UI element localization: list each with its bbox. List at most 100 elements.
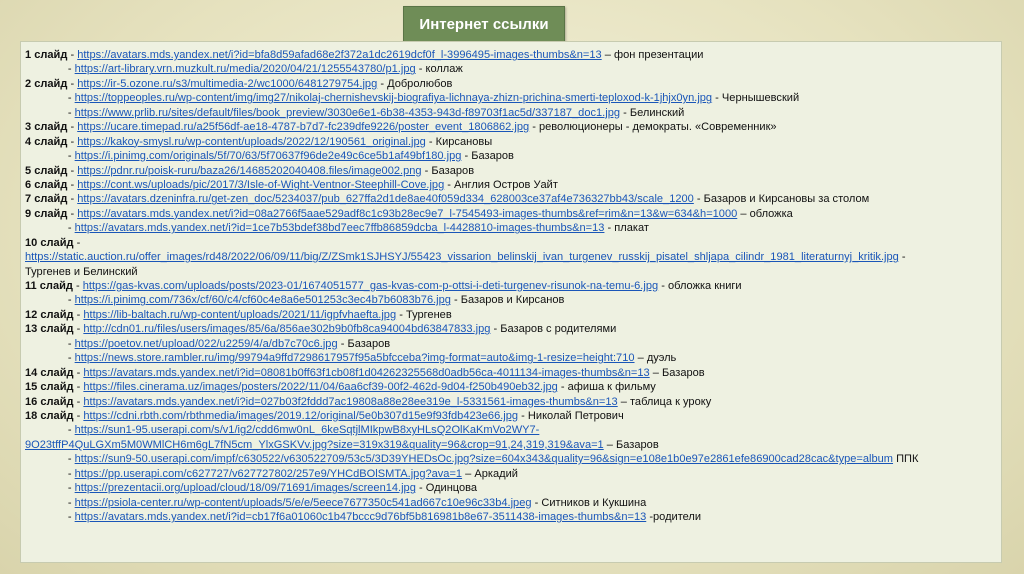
link-row: - https://www.prlib.ru/sites/default/fil… xyxy=(25,106,997,120)
separator: - xyxy=(67,453,75,466)
link-description: - Чернышевский xyxy=(715,92,800,105)
link-description: -родители xyxy=(649,511,702,523)
separator: - xyxy=(67,150,75,163)
image-link[interactable]: https://pdnr.ru/poisk-ruru/baza26/146852… xyxy=(77,165,421,177)
link-description: - афиша к фильму xyxy=(560,381,656,394)
slide-title-text: Интернет ссылки xyxy=(419,16,549,33)
link-description: - Базаров и Кирсанов xyxy=(454,294,565,307)
separator: - xyxy=(67,482,75,495)
image-link[interactable]: https://avatars.mds.yandex.net/i?id=cb17… xyxy=(75,511,647,523)
link-description: ППК xyxy=(896,453,919,466)
separator: - xyxy=(73,236,81,249)
slide-title: Интернет ссылки xyxy=(403,6,565,43)
link-description: – дуэль xyxy=(637,352,677,365)
link-row: 2 слайд - https://ir-5.ozone.ru/s3/multi… xyxy=(25,77,997,91)
separator: - xyxy=(72,280,83,292)
separator: - xyxy=(73,409,84,422)
link-description: - Базаров xyxy=(424,164,475,177)
separator: - xyxy=(67,193,78,206)
image-link[interactable]: https://sun1-95.userapi.com/s/v1/ig2/cdd… xyxy=(75,424,540,436)
image-link[interactable]: https://cdni.rbth.com/rbthmedia/images/2… xyxy=(83,410,518,422)
separator: - xyxy=(67,49,78,61)
link-row: - https://avatars.mds.yandex.net/i?id=cb… xyxy=(25,510,997,524)
image-link[interactable]: https://files.cinerama.uz/images/posters… xyxy=(83,381,557,393)
link-row: - https://poetov.net/upload/022/u2259/4/… xyxy=(25,337,997,351)
link-description: – Аркадий xyxy=(465,467,518,480)
image-link[interactable]: http://cdn01.ru/files/users/images/85/6a… xyxy=(83,323,490,335)
image-link[interactable]: https://avatars.mds.yandex.net/i?id=bfa8… xyxy=(77,49,601,61)
image-link[interactable]: https://psiola-center.ru/wp-content/uplo… xyxy=(75,497,532,509)
image-link[interactable]: https://gas-kvas.com/uploads/posts/2023-… xyxy=(83,280,658,292)
image-link[interactable]: https://i.pinimg.com/736x/cf/60/c4/cf60c… xyxy=(75,294,451,306)
image-link[interactable]: https://avatars.mds.yandex.net/i?id=0808… xyxy=(83,367,649,379)
link-description: – таблица к уроку xyxy=(620,395,712,408)
separator: - xyxy=(67,467,75,480)
image-link[interactable]: https://pp.userapi.com/c627727/v62772780… xyxy=(75,468,462,480)
separator: - xyxy=(67,121,78,134)
link-description: Тургенев и Белинский xyxy=(25,265,138,278)
link-row: https://static.auction.ru/offer_images/r… xyxy=(25,250,997,264)
link-row: - https://toppeoples.ru/wp-content/img/i… xyxy=(25,91,997,105)
image-link[interactable]: https://sun9-50.userapi.com/impf/c630522… xyxy=(75,453,893,465)
link-row: 6 слайд - https://cont.ws/uploads/pic/20… xyxy=(25,178,997,192)
slide-label: 11 слайд xyxy=(25,280,73,292)
image-link[interactable]: https://toppeoples.ru/wp-content/img/img… xyxy=(75,92,712,104)
link-description: - Базаров xyxy=(464,150,514,163)
link-description: – Базаров xyxy=(606,438,659,451)
link-description: - Ситников и Кукшина xyxy=(534,496,647,509)
link-row: - https://sun1-95.userapi.com/s/v1/ig2/c… xyxy=(25,423,997,437)
image-link[interactable]: 9O23tffP4QuLGXm5M0WMlCH6m6gL7fN5cm_YlxGS… xyxy=(25,439,604,451)
image-link[interactable]: https://avatars.mds.yandex.net/i?id=08a2… xyxy=(77,208,737,220)
slide-label: 2 слайд xyxy=(25,77,68,90)
link-row: - https://i.pinimg.com/originals/5f/70/6… xyxy=(25,149,997,163)
image-link[interactable]: https://avatars.mds.yandex.net/i?id=027b… xyxy=(83,396,617,408)
image-link[interactable]: https://ucare.timepad.ru/a25f56df-ae18-4… xyxy=(77,121,529,133)
slide-label: 14 слайд xyxy=(25,366,74,379)
image-link[interactable]: https://ir-5.ozone.ru/s3/multimedia-2/wc… xyxy=(77,78,377,90)
link-row: 5 слайд - https://pdnr.ru/poisk-ruru/baz… xyxy=(25,164,997,178)
image-link[interactable]: https://prezentacii.org/upload/cloud/18/… xyxy=(75,482,416,494)
image-link[interactable]: https://art-library.vrn.muzkult.ru/media… xyxy=(75,63,416,75)
link-description: - Белинский xyxy=(623,106,685,119)
link-row: - https://prezentacii.org/upload/cloud/1… xyxy=(25,481,997,495)
slide-label: 6 слайд xyxy=(25,178,68,191)
image-link[interactable]: https://avatars.dzeninfra.ru/get-zen_doc… xyxy=(77,193,694,205)
image-link[interactable]: https://static.auction.ru/offer_images/r… xyxy=(25,251,899,263)
slide-label: 4 слайд xyxy=(25,135,68,148)
image-link[interactable]: https://news.store.rambler.ru/img/99794a… xyxy=(75,352,635,364)
slide-label: 18 слайд xyxy=(25,409,74,422)
image-link[interactable]: https://www.prlib.ru/sites/default/files… xyxy=(75,107,620,119)
image-link[interactable]: https://poetov.net/upload/022/u2259/4/a/… xyxy=(75,338,338,350)
link-row: 7 слайд - https://avatars.dzeninfra.ru/g… xyxy=(25,192,997,206)
link-row: - https://avatars.mds.yandex.net/i?id=1c… xyxy=(25,221,997,235)
image-link[interactable]: https://kakoy-smysl.ru/wp-content/upload… xyxy=(77,136,426,148)
slide-label: 1 слайд xyxy=(25,49,68,61)
separator: - xyxy=(73,395,84,408)
link-row: 14 слайд - https://avatars.mds.yandex.ne… xyxy=(25,366,997,380)
link-description: – обложка xyxy=(740,207,793,220)
link-row: 15 слайд - https://files.cinerama.uz/ima… xyxy=(25,380,997,394)
link-row: 3 слайд - https://ucare.timepad.ru/a25f5… xyxy=(25,120,997,134)
link-description: - Добролюбов xyxy=(380,77,453,90)
separator: - xyxy=(67,178,78,191)
links-list: 1 слайд - https://avatars.mds.yandex.net… xyxy=(25,48,1000,524)
image-link[interactable]: https://i.pinimg.com/originals/5f/70/63/… xyxy=(75,150,462,162)
link-row: Тургенев и Белинский xyxy=(25,265,997,279)
link-row: 9O23tffP4QuLGXm5M0WMlCH6m6gL7fN5cm_YlxGS… xyxy=(25,438,997,452)
link-row: - https://pp.userapi.com/c627727/v627727… xyxy=(25,467,997,481)
separator: - xyxy=(73,308,84,321)
image-link[interactable]: https://lib-baltach.ru/wp-content/upload… xyxy=(83,309,396,321)
separator: - xyxy=(73,323,84,336)
image-link[interactable]: https://avatars.mds.yandex.net/i?id=1ce7… xyxy=(75,222,605,234)
link-row: - https://sun9-50.userapi.com/impf/c6305… xyxy=(25,452,997,466)
link-description: - Кирсановы xyxy=(428,135,493,148)
link-row: - https://art-library.vrn.muzkult.ru/med… xyxy=(25,62,997,76)
slide-label: 12 слайд xyxy=(25,308,74,321)
separator: - xyxy=(67,352,75,365)
link-row: 11 слайд - https://gas-kvas.com/uploads/… xyxy=(25,279,997,293)
link-description: - Николай Петрович xyxy=(521,409,624,422)
separator: - xyxy=(67,222,75,235)
separator: - xyxy=(67,164,78,177)
link-row: 18 слайд - https://cdni.rbth.com/rbthmed… xyxy=(25,409,997,423)
image-link[interactable]: https://cont.ws/uploads/pic/2017/3/Isle-… xyxy=(77,179,444,191)
